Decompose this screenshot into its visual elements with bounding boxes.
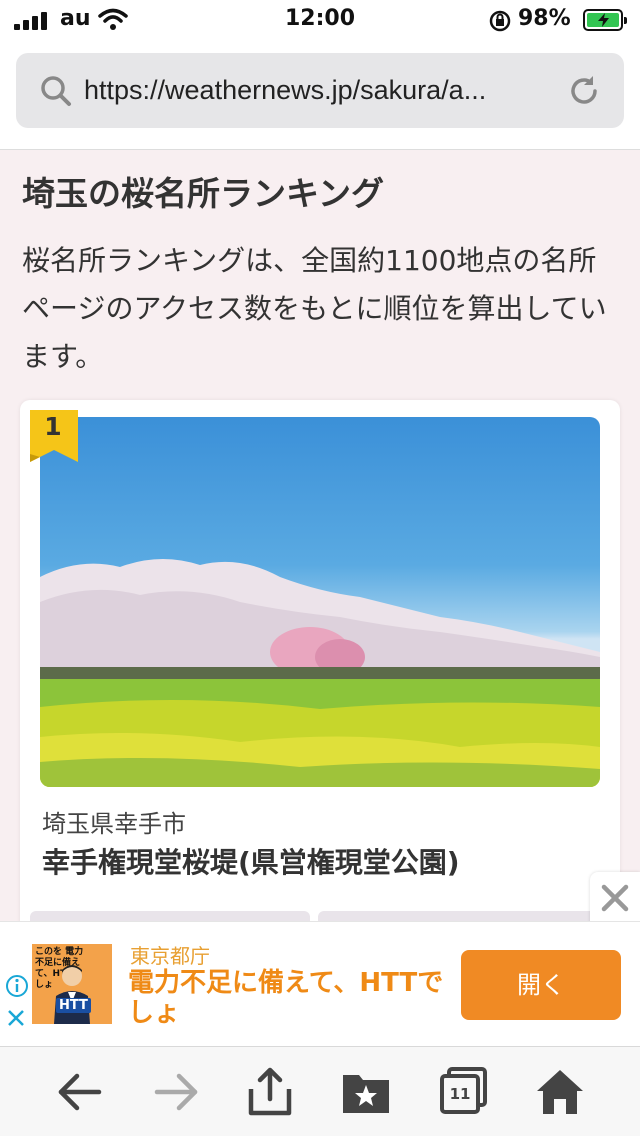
next-card-peek — [30, 911, 310, 921]
orientation-lock-icon — [489, 10, 511, 32]
page-title: 埼玉の桜名所ランキング — [22, 174, 385, 213]
bookmarks-icon[interactable] — [339, 1067, 393, 1117]
browser-address-area: https://weathernews.jp/sakura/a... — [0, 40, 640, 150]
ranking-card[interactable]: 1 埼玉県幸手市 幸手権現堂桜堤(県営権現堂公園) — [20, 400, 620, 921]
page-description: 桜名所ランキングは、全国約1100地点の名所ページのアクセス数をもとに順位を算出… — [22, 244, 607, 373]
spot-name[interactable]: 幸手権現堂桜堤(県営権現堂公園) — [42, 841, 460, 881]
ad-headline[interactable]: 電力不足に備えて、HTTでしょ — [128, 968, 448, 1028]
ad-banner[interactable]: このを 電力不足に備えて、HTTでしょ HTT 東京都庁 電力不足に備えて、HT… — [0, 921, 640, 1046]
ad-image[interactable]: このを 電力不足に備えて、HTTでしょ HTT — [32, 944, 112, 1024]
person-icon — [54, 965, 90, 1024]
tabs-button[interactable]: 11 — [437, 1067, 491, 1117]
address-bar[interactable]: https://weathernews.jp/sakura/a... — [16, 53, 624, 128]
spot-location: 埼玉県幸手市 — [42, 810, 186, 838]
forward-arrow-icon[interactable] — [149, 1067, 203, 1117]
close-icon — [601, 884, 629, 912]
back-arrow-icon[interactable] — [53, 1067, 107, 1117]
ad-sponsor: 東京都庁 — [130, 944, 210, 968]
spot-photo[interactable] — [40, 417, 600, 787]
rank-number: 1 — [44, 412, 62, 441]
url-text[interactable]: https://weathernews.jp/sakura/a... — [84, 75, 554, 106]
home-icon[interactable] — [533, 1067, 587, 1117]
reload-icon[interactable] — [566, 73, 602, 109]
ad-open-button[interactable]: 開く — [461, 950, 621, 1020]
ad-info-icon[interactable] — [5, 974, 29, 998]
next-card-peek — [318, 911, 598, 921]
battery-icon — [583, 9, 627, 31]
tab-count: 11 — [449, 1085, 471, 1103]
battery-percent: 98% — [518, 6, 571, 31]
ad-close-icon[interactable] — [6, 1008, 26, 1028]
browser-toolbar: 11 — [0, 1046, 640, 1136]
share-icon[interactable] — [243, 1067, 297, 1117]
status-bar: au 12:00 98% — [0, 0, 640, 40]
page-content: 埼玉の桜名所ランキング 桜名所ランキングは、全国約1100地点の名所ページのアク… — [0, 151, 640, 921]
search-icon — [41, 76, 71, 106]
ad-dismiss-button[interactable] — [590, 872, 640, 924]
charging-bolt-icon — [598, 13, 609, 27]
ad-image-logo: HTT — [56, 998, 91, 1013]
cherry-blossom-photo — [40, 558, 600, 787]
